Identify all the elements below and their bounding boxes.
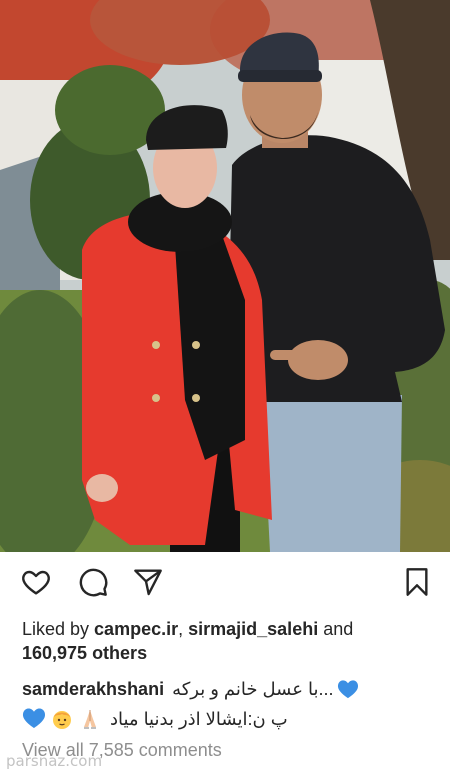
baby-emoji [50, 707, 74, 731]
speech-bubble-icon[interactable] [75, 564, 111, 600]
likes-prefix: Liked by [22, 619, 95, 639]
blue-heart-emoji [337, 679, 359, 699]
likes-summary: Liked by campec.ir, sirmajid_salehi and … [22, 617, 432, 665]
likes-count[interactable]: 160,975 others [22, 643, 147, 663]
caption-line-2: پ ن:ایشالا اذر بدنیا میاد [22, 705, 432, 733]
heart-outline-icon[interactable] [18, 564, 54, 600]
paper-plane-icon[interactable] [130, 564, 166, 600]
likes-separator: , [178, 619, 189, 639]
post-actions [0, 560, 450, 606]
caption-text-1: ...با عسل خانم و بركه [172, 679, 334, 699]
caption-text-2: پ ن:ایشالا اذر بدنیا میاد [110, 709, 288, 729]
caption-username[interactable]: samderakhshani [22, 676, 164, 702]
post-photo[interactable] [0, 0, 450, 552]
liker-link-1[interactable]: campec.ir [94, 619, 178, 639]
post-photo-illustration [0, 0, 450, 552]
caption-line-1: samderakhshani ...با عسل خانم و بركه [22, 676, 432, 702]
blue-heart-emoji [22, 707, 46, 731]
bookmark-icon[interactable] [399, 564, 435, 600]
praying-hands-emoji [78, 707, 102, 731]
watermark: parsnaz.com [6, 752, 103, 770]
liker-link-2[interactable]: sirmajid_salehi [188, 619, 318, 639]
likes-and: and [318, 619, 354, 639]
